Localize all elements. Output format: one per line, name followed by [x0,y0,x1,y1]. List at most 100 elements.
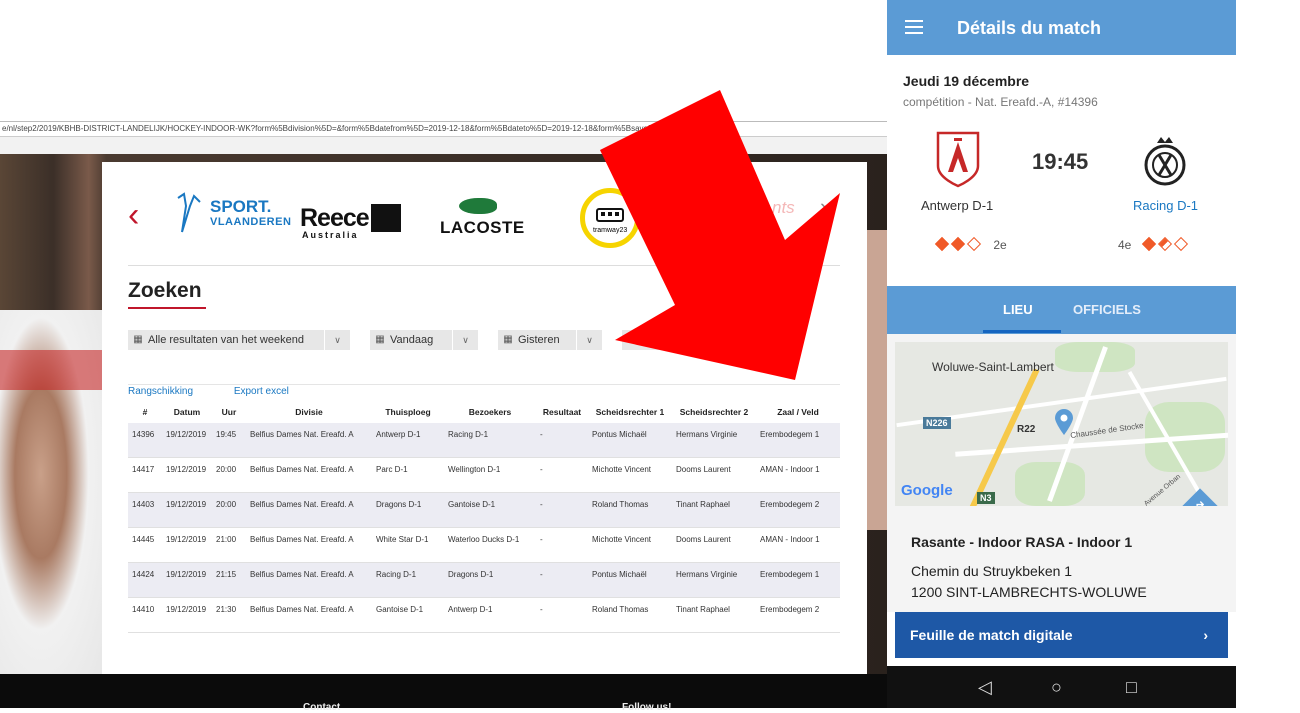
table-cell: Wellington D-1 [444,456,536,493]
reece-logo: Reece Australia [300,204,401,240]
match-competition: compétition - Nat. Ereafd.-A, #14396 [903,95,1098,109]
col-header: Uur [221,406,237,417]
reece-logo-sub: Australia [302,230,359,240]
match-sheet-label: Feuille de match digitale [910,627,1073,643]
table-cell: AMAN - Indoor 1 [756,456,840,493]
table-cell: Pontus Michaël [588,561,672,598]
table-cell: Erembodegem 2 [756,491,840,528]
filter-weekend[interactable]: ▦ Alle resultaten van het weekend ∨ [128,330,350,350]
table-cell: 21:15 [212,561,246,598]
hamburger-menu-icon[interactable] [905,20,923,34]
col-header: Datum [173,406,201,417]
sport-vlaanderen-logo: SPORT. VLAANDEREN [172,192,291,236]
table-cell: Parc D-1 [372,456,444,493]
app-bar: Détails du match [887,0,1236,55]
venue-city: 1200 SINT-LAMBRECHTS-WOLUWE [911,584,1147,600]
home-team-form: 2e [934,236,1007,252]
tab-officiels[interactable]: OFFICIELS [1073,302,1141,317]
table-cell: 19/12/2019 [162,491,212,528]
table-cell: AMAN - Indoor 1 [756,526,840,563]
table-cell: Michotte Vincent [588,526,672,563]
home-team-name[interactable]: Antwerp D-1 [921,198,993,213]
filter-weekend-label: Alle resultaten van het weekend [148,334,304,346]
away-team-name[interactable]: Racing D-1 [1133,198,1198,213]
chevron-down-icon[interactable]: ∨ [452,330,478,350]
table-cell: Gantoise D-1 [372,596,444,633]
form-full-icon [1141,236,1156,252]
title-underline [128,307,206,309]
calendar-icon: ▦ [133,334,143,345]
table-cell: - [536,456,588,493]
filter-today[interactable]: ▦ Vandaag ∨ [370,330,478,350]
sport-logo-line1: SPORT. [210,197,272,216]
carousel-prev-icon[interactable]: ‹ [128,198,139,232]
table-cell: Racing D-1 [372,561,444,598]
table-cell: Belfius Dames Nat. Ereafd. A [246,491,372,528]
table-cell: - [536,596,588,633]
table-header-row: # Datum Uur Divisie Thuisploeg Bezoekers… [128,402,840,422]
table-row[interactable]: 14424 19/12/2019 21:15 Belfius Dames Nat. E… [128,561,840,598]
form-full-icon [950,236,966,252]
tab-lieu[interactable]: LIEU [1003,302,1033,317]
form-full-icon [934,236,950,252]
table-cell: - [536,526,588,563]
table-cell: 19/12/2019 [162,526,212,563]
table-cell: 14396 [128,421,162,458]
table-cell: Dragons D-1 [444,561,536,598]
table-cell: Antwerp D-1 [444,596,536,633]
table-cell: Erembodegem 1 [756,421,840,458]
match-sheet-button[interactable]: Feuille de match digitale › [895,612,1228,658]
col-header: Divisie [295,406,323,417]
back-nav-icon[interactable]: ◁ [978,677,992,698]
antwerp-crest-icon[interactable] [935,130,981,188]
directions-button[interactable]: ↱ [1177,488,1223,506]
home-nav-icon[interactable]: ○ [1051,677,1062,698]
lacoste-croc-icon [459,198,497,214]
directions-icon: ↱ [1193,498,1206,506]
table-row[interactable]: 14403 19/12/2019 20:00 Belfius Dames Nat. E… [128,491,840,528]
export-excel-link[interactable]: Export excel [234,386,289,397]
red-arrow-annotation [600,90,840,380]
table-row[interactable]: 14445 19/12/2019 21:00 Belfius Dames Nat. E… [128,526,840,563]
table-cell: Hermans Virginie [672,421,756,458]
site-footer: Contact Follow us! [0,674,887,713]
table-row[interactable]: 14396 19/12/2019 19:45 Belfius Dames Nat. E… [128,421,840,458]
form-half-icon [1157,236,1172,252]
racing-crest-icon[interactable] [1143,133,1187,189]
table-cell: - [536,561,588,598]
table-row[interactable]: 14417 19/12/2019 20:00 Belfius Dames Nat. E… [128,456,840,493]
form-empty-icon [966,236,982,252]
app-title: Détails du match [957,18,1102,38]
chevron-right-icon: › [1203,627,1208,643]
col-header: Thuisploeg [385,406,431,417]
match-date: Jeudi 19 décembre [903,73,1030,89]
table-row[interactable]: 14410 19/12/2019 21:30 Belfius Dames Nat. E… [128,596,840,633]
active-tab-indicator [983,330,1061,333]
mobile-app: Détails du match Jeudi 19 décembre compé… [887,0,1236,708]
table-cell: - [536,491,588,528]
home-team-rank: 2e [993,238,1007,252]
venue-street: Chemin du Struykbeken 1 [911,563,1073,579]
recents-nav-icon[interactable]: □ [1126,677,1137,698]
map-road-shield: N226 [923,417,951,429]
col-header: Scheidsrechter 1 [595,406,665,417]
reece-logo-text: Reece [300,204,370,232]
map-avenue-label: Avenue Orban [1143,473,1182,506]
table-cell: 14403 [128,491,162,528]
table-links: Rangschikking Export excel [128,386,327,397]
lacoste-logo: LACOSTE [440,218,525,237]
map-pin-icon[interactable] [1053,408,1075,436]
table-cell: Racing D-1 [444,421,536,458]
table-cell: Erembodegem 2 [756,596,840,633]
ranking-link[interactable]: Rangschikking [128,386,193,397]
table-cell: 21:30 [212,596,246,633]
col-header: Zaal / Veld [777,406,819,417]
venue-map[interactable]: Woluwe-Saint-Lambert N226 R22 N3 Chaussé… [895,342,1228,506]
table-cell: 14424 [128,561,162,598]
results-table: # Datum Uur Divisie Thuisploeg Bezoekers… [128,402,840,633]
filter-yesterday[interactable]: ▦ Gisteren ∨ [498,330,602,350]
away-team-rank: 4e [1118,238,1132,252]
table-cell: Dooms Laurent [672,526,756,563]
col-header: # [142,406,148,417]
chevron-down-icon[interactable]: ∨ [324,330,350,350]
